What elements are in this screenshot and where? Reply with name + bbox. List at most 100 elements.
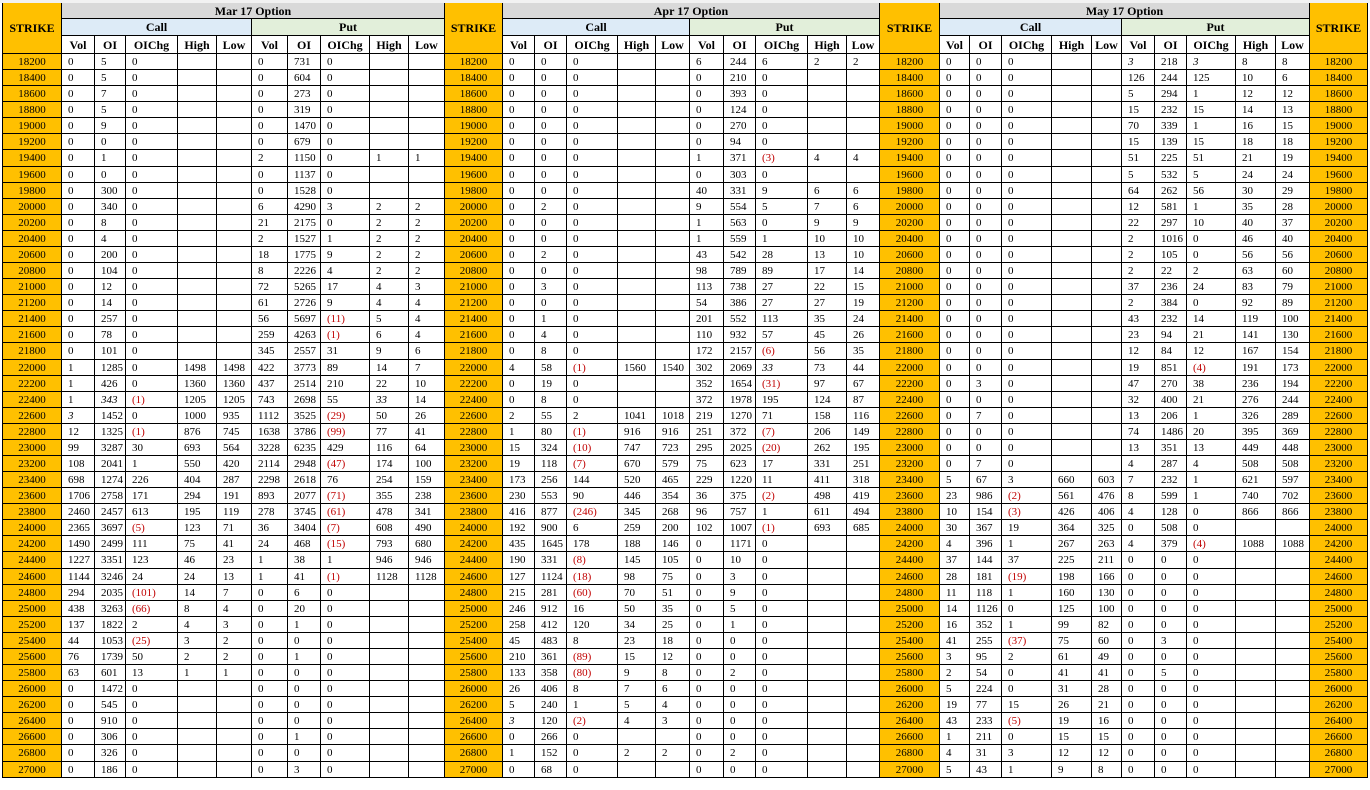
call-low-cell[interactable] <box>217 102 252 119</box>
call-oichg-cell[interactable]: (37) <box>1002 632 1052 649</box>
call-oi-cell[interactable]: 3263 <box>95 600 126 617</box>
put-oi-cell[interactable]: 2726 <box>288 295 321 312</box>
call-vol-cell[interactable]: 0 <box>62 70 95 87</box>
put-high-cell[interactable]: 14 <box>1236 102 1276 119</box>
call-oichg-cell[interactable]: 0 <box>126 375 178 392</box>
strike-cell[interactable]: 26200 <box>880 697 940 714</box>
call-vol-cell[interactable]: 0 <box>503 391 535 408</box>
call-high-cell[interactable] <box>618 198 656 215</box>
put-low-cell[interactable]: 238 <box>409 488 445 505</box>
put-oichg-cell[interactable]: 0 <box>1187 600 1236 617</box>
call-high-cell[interactable]: 2 <box>178 648 217 666</box>
call-oichg-cell[interactable]: 0 <box>1002 311 1052 328</box>
call-vol-cell[interactable]: 0 <box>940 295 970 312</box>
call-low-cell[interactable]: 191 <box>217 488 252 505</box>
put-oichg-cell[interactable]: 89 <box>756 263 808 280</box>
strike-cell[interactable]: 26600 <box>445 729 503 746</box>
put-oichg-cell[interactable]: 15 <box>1187 134 1236 151</box>
put-vol-cell[interactable]: 12 <box>1122 343 1155 360</box>
call-oi-cell[interactable]: 181 <box>970 568 1002 585</box>
put-oichg-cell[interactable]: 0 <box>321 214 370 231</box>
put-low-cell[interactable] <box>847 697 880 714</box>
call-oi-cell[interactable]: 0 <box>970 54 1002 71</box>
put-vol-cell[interactable]: 7 <box>1122 472 1155 489</box>
put-vol-cell[interactable]: 1 <box>252 568 288 585</box>
call-oichg-cell[interactable]: (60) <box>567 584 618 601</box>
put-oi-cell[interactable]: 3773 <box>288 359 321 376</box>
put-high-cell[interactable]: 2 <box>370 214 409 231</box>
strike-cell[interactable]: 20800 <box>1310 263 1368 280</box>
call-low-cell[interactable] <box>656 761 690 778</box>
call-high-cell[interactable]: 26 <box>1052 697 1092 714</box>
call-oichg-cell[interactable]: 0 <box>567 86 618 103</box>
put-high-cell[interactable] <box>808 552 847 569</box>
call-oichg-cell[interactable]: 120 <box>567 616 618 633</box>
put-vol-cell[interactable]: 0 <box>690 166 724 183</box>
strike-cell[interactable]: 23000 <box>880 439 940 456</box>
call-high-cell[interactable]: 31 <box>1052 681 1092 698</box>
put-high-cell[interactable]: 9 <box>808 214 847 231</box>
call-vol-cell[interactable]: 19 <box>503 456 535 473</box>
put-high-cell[interactable]: 158 <box>808 407 847 424</box>
call-low-cell[interactable] <box>656 214 690 231</box>
call-oichg-cell[interactable]: 0 <box>567 729 618 746</box>
call-oichg-cell[interactable]: 0 <box>1002 102 1052 119</box>
call-oi-cell[interactable]: 426 <box>95 375 126 392</box>
put-high-cell[interactable] <box>1236 665 1276 682</box>
call-vol-cell[interactable]: 246 <box>503 600 535 617</box>
call-vol-cell[interactable]: 3 <box>62 407 95 424</box>
put-vol-cell[interactable]: 0 <box>252 729 288 746</box>
put-low-cell[interactable] <box>409 118 445 135</box>
put-oichg-cell[interactable]: 1 <box>1187 86 1236 103</box>
call-low-cell[interactable] <box>656 86 690 103</box>
strike-cell[interactable]: 25000 <box>880 600 940 617</box>
call-high-cell[interactable]: 123 <box>178 520 217 537</box>
call-high-cell[interactable] <box>1052 214 1092 231</box>
strike-cell[interactable]: 19000 <box>2 118 62 135</box>
strike-cell[interactable]: 25800 <box>2 665 62 682</box>
call-oi-cell[interactable]: 2041 <box>95 456 126 473</box>
call-oi-cell[interactable]: 266 <box>535 729 567 746</box>
strike-cell[interactable]: 22600 <box>880 407 940 424</box>
call-oi-cell[interactable]: 0 <box>970 214 1002 231</box>
call-high-cell[interactable]: 670 <box>618 456 656 473</box>
call-high-cell[interactable] <box>618 729 656 746</box>
call-oi-cell[interactable]: 154 <box>970 504 1002 521</box>
put-vol-cell[interactable]: 22 <box>1122 214 1155 231</box>
put-low-cell[interactable]: 194 <box>1276 375 1310 392</box>
put-oi-cell[interactable]: 0 <box>724 761 756 778</box>
call-low-cell[interactable]: 603 <box>1092 472 1122 489</box>
put-vol-cell[interactable]: 5 <box>1122 86 1155 103</box>
put-vol-cell[interactable]: 6 <box>252 198 288 215</box>
put-high-cell[interactable]: 6 <box>370 327 409 344</box>
call-oi-cell[interactable]: 0 <box>970 150 1002 167</box>
put-high-cell[interactable]: 18 <box>1236 134 1276 151</box>
call-vol-cell[interactable]: 0 <box>940 456 970 473</box>
put-oi-cell[interactable]: 738 <box>724 279 756 296</box>
call-low-cell[interactable] <box>656 166 690 183</box>
put-vol-cell[interactable]: 0 <box>252 761 288 778</box>
put-oichg-cell[interactable]: 0 <box>756 697 808 714</box>
call-oi-cell[interactable]: 2 <box>535 246 567 264</box>
put-oi-cell[interactable]: 0 <box>724 681 756 698</box>
put-oichg-cell[interactable]: 12 <box>1187 343 1236 360</box>
call-low-cell[interactable]: 130 <box>1092 584 1122 601</box>
call-vol-cell[interactable]: 14 <box>940 600 970 617</box>
strike-cell[interactable]: 24000 <box>445 520 503 537</box>
put-vol-cell[interactable]: 19 <box>1122 359 1155 376</box>
put-oi-cell[interactable]: 468 <box>288 536 321 553</box>
call-high-cell[interactable]: 15 <box>1052 729 1092 746</box>
put-high-cell[interactable]: 167 <box>1236 343 1276 360</box>
call-low-cell[interactable]: 71 <box>217 520 252 537</box>
strike-cell[interactable]: 23000 <box>2 439 62 456</box>
put-oichg-cell[interactable]: 0 <box>321 118 370 135</box>
strike-cell[interactable]: 26800 <box>2 745 62 762</box>
put-oi-cell[interactable]: 20 <box>288 600 321 617</box>
call-low-cell[interactable] <box>217 54 252 71</box>
call-oi-cell[interactable]: 0 <box>970 70 1002 87</box>
call-vol-cell[interactable]: 5 <box>503 697 535 714</box>
call-vol-cell[interactable]: 76 <box>62 648 95 666</box>
put-oi-cell[interactable]: 5 <box>724 600 756 617</box>
put-oi-cell[interactable]: 0 <box>288 632 321 649</box>
put-high-cell[interactable] <box>1236 648 1276 666</box>
